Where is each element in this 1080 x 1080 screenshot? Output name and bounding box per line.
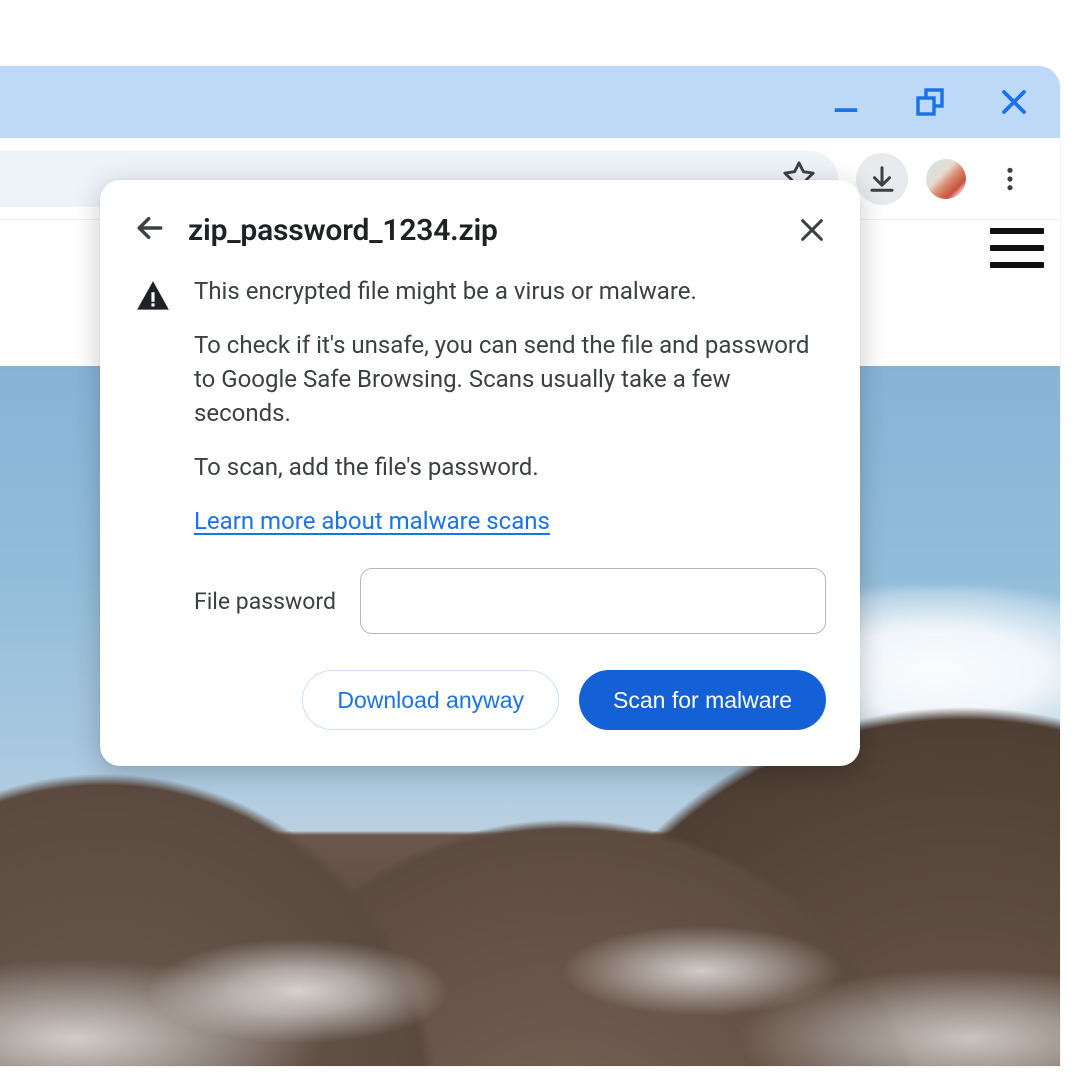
close-icon[interactable]: [798, 216, 826, 244]
warning-explanation: To check if it's unsafe, you can send th…: [194, 328, 826, 430]
browser-menu-icon[interactable]: [984, 153, 1036, 205]
window-maximize-button[interactable]: [914, 86, 946, 118]
page-hamburger-menu-icon[interactable]: [990, 228, 1044, 268]
learn-more-link[interactable]: Learn more about malware scans: [194, 504, 550, 538]
window-close-button[interactable]: [998, 86, 1030, 118]
download-anyway-button[interactable]: Download anyway: [302, 670, 559, 730]
warning-headline: This encrypted file might be a virus or …: [194, 274, 826, 308]
warning-instruction: To scan, add the file's password.: [194, 450, 826, 484]
back-arrow-icon[interactable]: [134, 212, 166, 248]
scan-for-malware-button[interactable]: Scan for malware: [579, 670, 826, 730]
window-minimize-button[interactable]: [830, 86, 862, 118]
profile-avatar[interactable]: [926, 159, 966, 199]
window-titlebar: [0, 66, 1060, 138]
downloads-icon[interactable]: [856, 153, 908, 205]
download-filename: zip_password_1234.zip: [188, 213, 776, 248]
file-password-label: File password: [194, 588, 336, 615]
download-warning-popover: zip_password_1234.zip This encrypted fil…: [100, 180, 860, 766]
file-password-input[interactable]: [360, 568, 826, 634]
warning-triangle-icon: [134, 278, 172, 320]
